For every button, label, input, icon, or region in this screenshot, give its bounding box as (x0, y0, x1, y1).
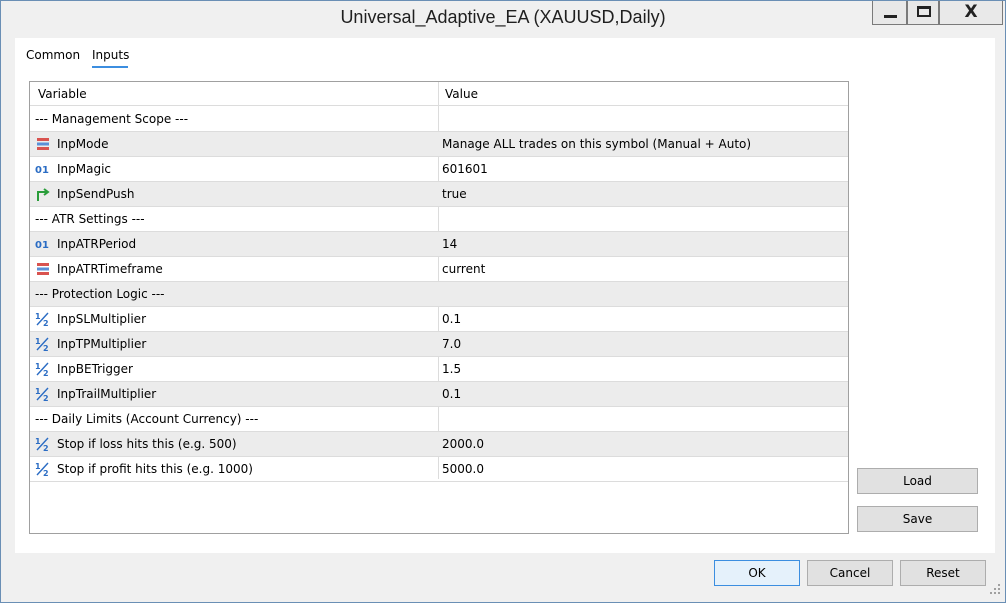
variable-name: InpBETrigger (57, 362, 133, 376)
variable-name: Stop if profit hits this (e.g. 1000) (57, 462, 253, 476)
double-icon: 12 (35, 311, 51, 328)
variable-name: --- ATR Settings --- (35, 212, 145, 226)
svg-text:2: 2 (43, 394, 49, 402)
minimize-button[interactable] (872, 1, 907, 25)
table-row[interactable]: 1 2 InpBETrigger 1.5 (30, 357, 848, 382)
double-icon: 12 (35, 386, 51, 403)
table-row[interactable]: --- Daily Limits (Account Currency) --- (30, 407, 848, 432)
integer-icon: 01 (35, 161, 51, 177)
svg-text:1: 1 (35, 437, 41, 446)
variable-name: --- Management Scope --- (35, 112, 189, 126)
dialog-window: Universal_Adaptive_EA (XAUUSD,Daily) X C… (0, 0, 1006, 603)
table-row[interactable]: --- Protection Logic --- (30, 282, 848, 307)
close-button[interactable]: X (939, 1, 1003, 25)
variable-name: Stop if loss hits this (e.g. 500) (57, 437, 237, 451)
variable-value[interactable]: current (442, 262, 485, 276)
variable-name: InpTPMultiplier (57, 337, 147, 351)
title-bar[interactable]: Universal_Adaptive_EA (XAUUSD,Daily) X (1, 1, 1005, 35)
integer-icon: 01 (35, 236, 51, 252)
save-button[interactable]: Save (857, 506, 978, 532)
maximize-button[interactable] (907, 1, 939, 25)
minimize-icon (884, 15, 897, 18)
table-header: Variable Value (30, 82, 848, 106)
enum-icon (35, 136, 51, 152)
table-row[interactable]: --- Management Scope --- (30, 107, 848, 132)
enum-icon (35, 261, 51, 277)
resize-grip-icon[interactable] (989, 583, 1001, 595)
svg-text:2: 2 (43, 344, 49, 352)
reset-button[interactable]: Reset (900, 560, 986, 586)
dialog-content: Common Inputs Variable Value --- Managem… (15, 38, 995, 553)
inputs-table: Variable Value --- Management Scope --- I… (29, 81, 849, 534)
svg-text:01: 01 (35, 165, 49, 176)
active-tab-indicator (92, 66, 128, 68)
variable-name: --- Protection Logic --- (35, 287, 165, 301)
column-header-variable[interactable]: Variable (38, 87, 87, 101)
variable-name: InpSLMultiplier (57, 312, 146, 326)
variable-name: InpMode (57, 137, 109, 151)
table-row[interactable]: InpMode Manage ALL trades on this symbol … (30, 132, 848, 157)
cancel-button[interactable]: Cancel (807, 560, 893, 586)
svg-text:01: 01 (35, 240, 49, 251)
svg-text:1: 1 (35, 387, 41, 396)
double-icon: 12 (35, 336, 51, 353)
double-icon: 12 (35, 461, 51, 478)
tab-inputs[interactable]: Inputs (92, 48, 129, 62)
variable-name: InpATRPeriod (57, 237, 137, 251)
variable-value[interactable]: 0.1 (442, 312, 461, 326)
maximize-icon (917, 6, 931, 17)
double-icon: 12 (35, 436, 51, 453)
table-row[interactable]: 1 2 InpTrailMultiplier 0.1 (30, 382, 848, 407)
tab-common[interactable]: Common (26, 48, 80, 62)
variable-value[interactable]: 0.1 (442, 387, 461, 401)
variable-value[interactable]: 601601 (442, 162, 488, 176)
variable-value[interactable]: 14 (442, 237, 457, 251)
variable-name: --- Daily Limits (Account Currency) --- (35, 412, 259, 426)
table-row[interactable]: InpSendPush true (30, 182, 848, 207)
table-row[interactable]: InpATRTimeframe current (30, 257, 848, 282)
variable-name: InpATRTimeframe (57, 262, 163, 276)
variable-value[interactable]: 1.5 (442, 362, 461, 376)
svg-text:2: 2 (43, 469, 49, 477)
variable-name: InpMagic (57, 162, 112, 176)
ok-button[interactable]: OK (714, 560, 800, 586)
window-title: Universal_Adaptive_EA (XAUUSD,Daily) (340, 7, 666, 27)
variable-value[interactable]: 7.0 (442, 337, 461, 351)
variable-value[interactable]: 2000.0 (442, 437, 484, 451)
variable-value[interactable]: Manage ALL trades on this symbol (Manual… (442, 137, 751, 151)
svg-text:1: 1 (35, 337, 41, 346)
svg-text:1: 1 (35, 362, 41, 371)
table-row[interactable]: 1 2 Stop if profit hits this (e.g. 1000) 50… (30, 457, 848, 482)
variable-value[interactable]: true (442, 187, 467, 201)
variable-name: InpSendPush (57, 187, 135, 201)
table-row[interactable]: 1 2 InpSLMultiplier 0.1 (30, 307, 848, 332)
table-row[interactable]: 01 InpMagic 601601 (30, 157, 848, 182)
table-row[interactable]: 1 2 Stop if loss hits this (e.g. 500) 2000.… (30, 432, 848, 457)
variable-value[interactable]: 5000.0 (442, 462, 484, 476)
variable-name: InpTrailMultiplier (57, 387, 157, 401)
svg-text:2: 2 (43, 319, 49, 327)
table-row[interactable]: 01 InpATRPeriod 14 (30, 232, 848, 257)
load-button[interactable]: Load (857, 468, 978, 494)
close-icon: X (964, 2, 978, 22)
svg-text:2: 2 (43, 444, 49, 452)
table-row[interactable]: 1 2 InpTPMultiplier 7.0 (30, 332, 848, 357)
svg-text:1: 1 (35, 312, 41, 321)
table-row[interactable]: --- ATR Settings --- (30, 207, 848, 232)
column-header-value[interactable]: Value (445, 87, 478, 101)
double-icon: 12 (35, 361, 51, 378)
boolean-icon (35, 186, 51, 202)
svg-text:2: 2 (43, 369, 49, 377)
svg-text:1: 1 (35, 462, 41, 471)
